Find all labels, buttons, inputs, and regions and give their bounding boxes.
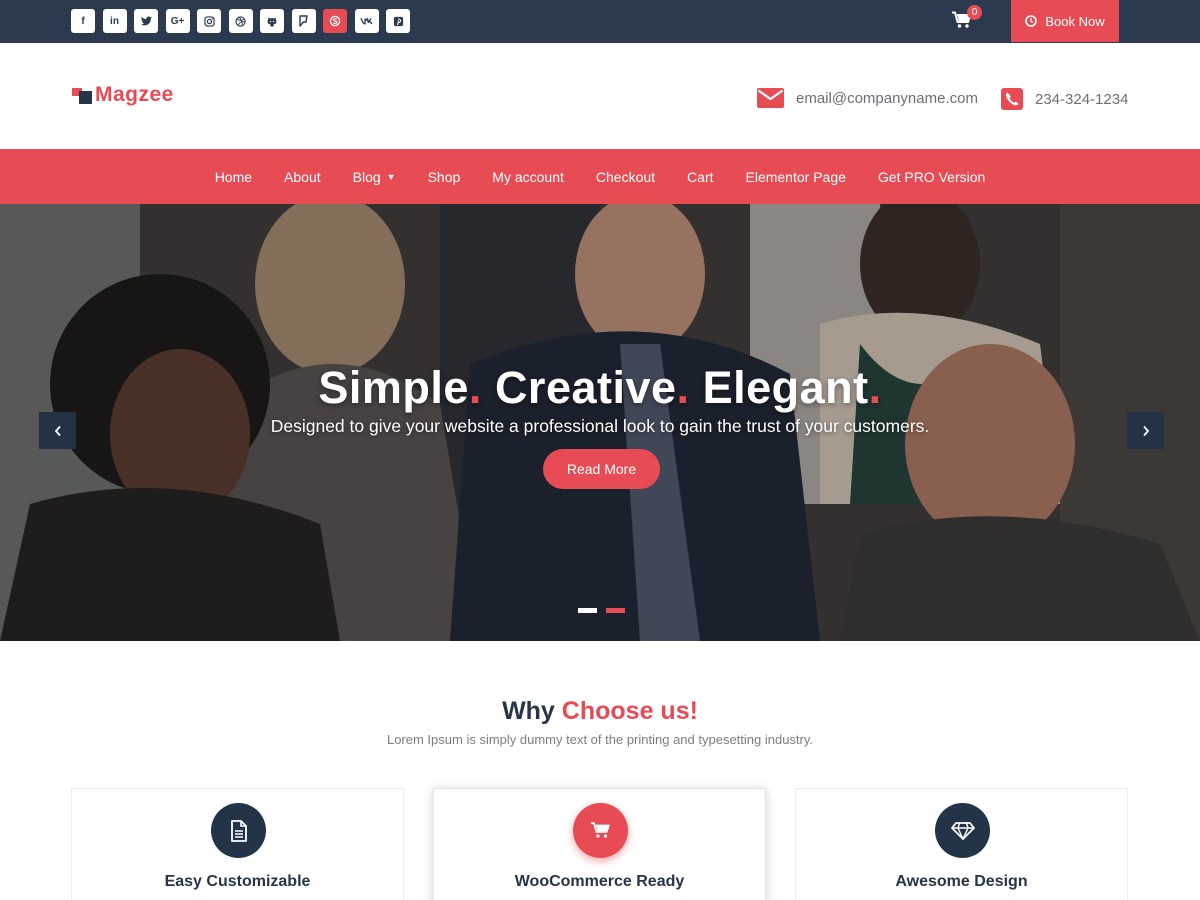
phone-icon: [1001, 88, 1023, 110]
google-plus-icon[interactable]: G+: [165, 9, 190, 33]
phone-text[interactable]: 234-324-1234: [1035, 91, 1128, 108]
hero-title: Simple. Creative. Elegant.: [0, 362, 1200, 414]
hero-title-dot-1: .: [468, 362, 482, 413]
linkedin-icon[interactable]: in: [102, 9, 127, 33]
nav-home[interactable]: Home: [199, 169, 268, 185]
clock-icon: [1025, 15, 1038, 27]
book-now-button[interactable]: Book Now: [1011, 0, 1119, 42]
skype-icon[interactable]: [323, 9, 347, 33]
document-icon: [211, 803, 266, 858]
chevron-right-icon: [1142, 425, 1149, 436]
chevron-left-icon: [54, 425, 61, 436]
vk-icon[interactable]: [354, 9, 379, 33]
nav-my-account[interactable]: My account: [476, 169, 580, 185]
feature-card-awesome-design: Awesome Design: [795, 788, 1128, 900]
slider-prev-button[interactable]: [39, 412, 76, 449]
nav-about[interactable]: About: [268, 169, 337, 185]
nav-checkout[interactable]: Checkout: [580, 169, 671, 185]
feature-card-title: Easy Customizable: [164, 873, 311, 890]
slider-next-button[interactable]: [1127, 412, 1164, 449]
feature-card-woocommerce-ready: WooCommerce Ready: [433, 788, 766, 900]
header-phone: 234-324-1234: [1001, 88, 1128, 110]
envelope-icon: [757, 88, 784, 108]
feature-card-easy-customizable: Easy Customizable: [71, 788, 404, 900]
feature-card-title: Awesome Design: [895, 873, 1028, 890]
hero-title-word-1: Simple: [318, 362, 469, 413]
twitter-icon[interactable]: [134, 9, 158, 33]
hero-title-word-3: Elegant: [702, 362, 869, 413]
main-nav: Home About Blog ▼ Shop My account Checko…: [0, 149, 1200, 204]
slider-pagination: [578, 608, 634, 613]
pinterest-icon[interactable]: [386, 9, 410, 33]
facebook-icon[interactable]: f: [71, 9, 95, 33]
hero-title-word-2: Creative: [494, 362, 677, 413]
hero-title-dot-2: .: [676, 362, 690, 413]
nav-get-pro[interactable]: Get PRO Version: [862, 169, 1001, 185]
why-choose-subtitle: Lorem Ipsum is simply dummy text of the …: [386, 732, 814, 747]
read-more-button[interactable]: Read More: [543, 449, 660, 489]
why-choose-title: Why Choose us!: [0, 697, 1200, 726]
hero-subtitle: Designed to give your website a professi…: [270, 416, 930, 436]
why-title-plain: Why: [502, 697, 555, 725]
nav-elementor-page[interactable]: Elementor Page: [730, 169, 862, 185]
site-header: Magzee email@companyname.com 234-324-123…: [0, 43, 1200, 149]
cart-count-badge: 0: [967, 5, 982, 20]
book-now-label: Book Now: [1045, 13, 1105, 29]
nav-blog[interactable]: Blog ▼: [337, 169, 412, 185]
chevron-down-icon: ▼: [386, 171, 396, 182]
slider-dot-1[interactable]: [578, 608, 597, 613]
social-links: f in G+: [71, 9, 418, 33]
slider-dot-2[interactable]: [606, 608, 625, 613]
header-email: email@companyname.com: [757, 88, 978, 108]
instagram-icon[interactable]: [197, 9, 221, 33]
logo-mark-icon: [72, 86, 93, 104]
logo-text: Magzee: [95, 83, 174, 106]
github-icon[interactable]: [260, 9, 284, 33]
site-logo[interactable]: Magzee: [72, 83, 174, 107]
hero-slider: Simple. Creative. Elegant. Designed to g…: [0, 204, 1200, 641]
why-title-accent: Choose us!: [561, 697, 698, 725]
nav-shop[interactable]: Shop: [412, 169, 477, 185]
feature-card-title: WooCommerce Ready: [514, 873, 685, 890]
nav-blog-label: Blog: [352, 168, 381, 185]
foursquare-icon[interactable]: [291, 9, 316, 33]
diamond-icon: [935, 803, 990, 858]
cart-icon[interactable]: 0: [952, 5, 982, 31]
top-bar: f in G+ 0 Book Now: [0, 0, 1200, 43]
dribbble-icon[interactable]: [228, 9, 253, 33]
hero-title-dot-3: .: [868, 362, 882, 413]
cart-icon: [573, 803, 628, 858]
nav-cart[interactable]: Cart: [671, 169, 729, 185]
email-text[interactable]: email@companyname.com: [796, 90, 978, 107]
